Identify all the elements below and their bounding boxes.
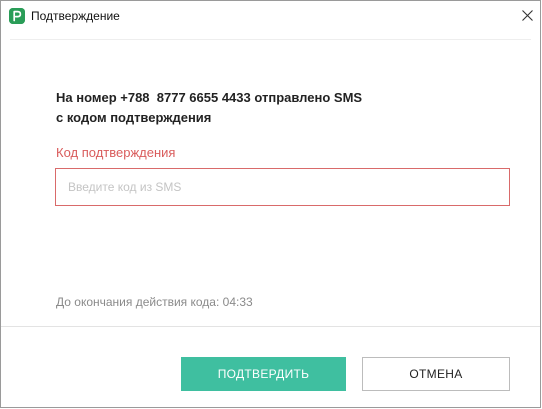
title-bar: Подтверждение xyxy=(1,1,540,31)
confirmation-dialog: Подтверждение На номер +788 8777 6655 44… xyxy=(0,0,541,408)
footer-divider xyxy=(1,326,540,327)
close-icon xyxy=(522,10,533,21)
confirmation-code-input[interactable] xyxy=(55,168,510,206)
confirm-button[interactable]: ПОДТВЕРДИТЬ xyxy=(181,357,346,391)
title-divider xyxy=(10,39,531,40)
code-expiry-timer: До окончания действия кода: 04:33 xyxy=(56,295,253,309)
window-title: Подтверждение xyxy=(31,9,120,23)
cancel-button[interactable]: ОТМЕНА xyxy=(362,357,510,391)
sms-sent-message: На номер +788 8777 6655 4433 отправлено … xyxy=(56,90,363,125)
code-field-label: Код подтверждения xyxy=(56,145,176,160)
close-button[interactable] xyxy=(512,1,540,29)
app-logo-icon xyxy=(9,8,25,24)
